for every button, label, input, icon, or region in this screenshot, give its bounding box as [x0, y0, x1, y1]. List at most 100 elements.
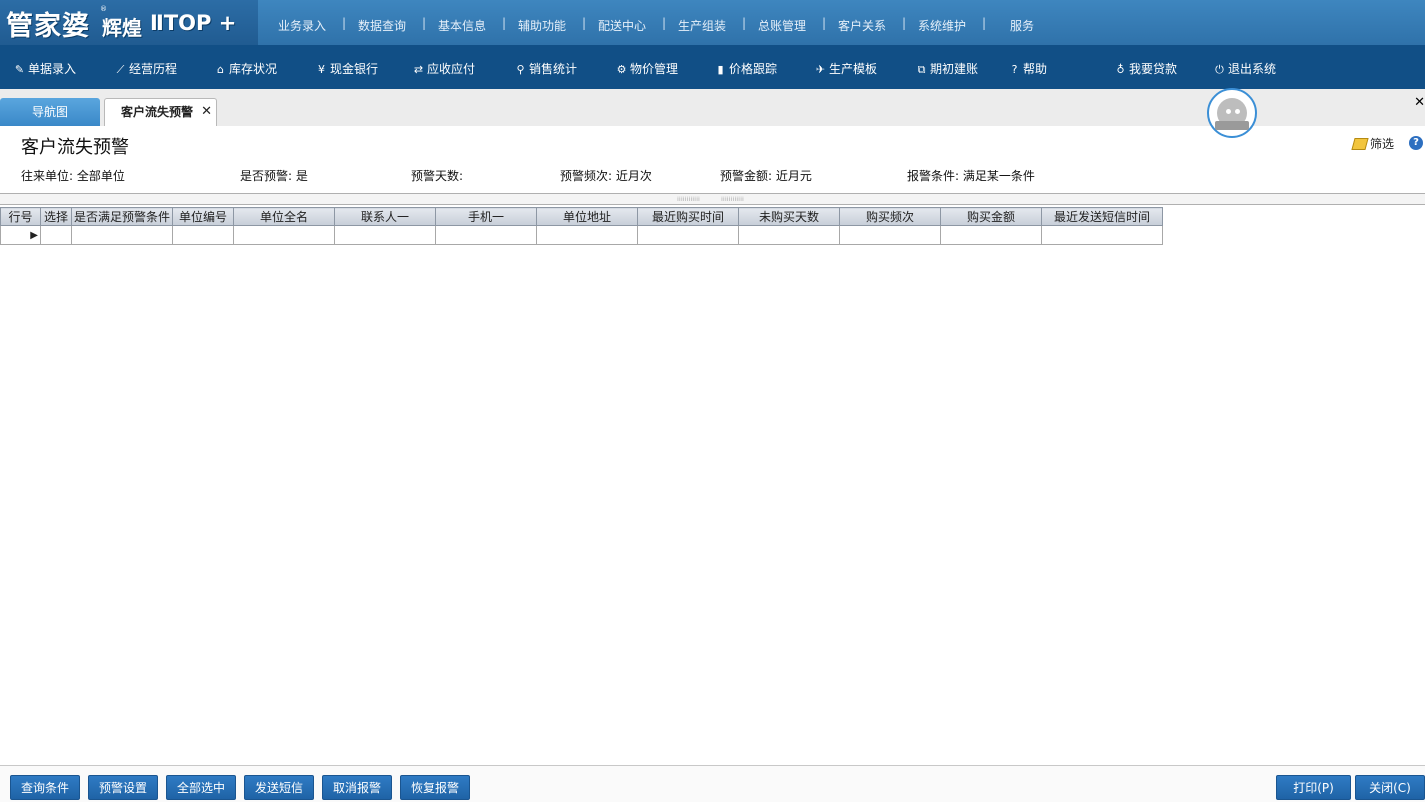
avatar-eye — [1235, 109, 1240, 114]
column-header-select[interactable]: 选择 — [40, 207, 72, 226]
table-cell[interactable] — [435, 225, 537, 245]
menu-separator: | — [662, 16, 667, 30]
toolbar-label: 价格跟踪 — [729, 62, 778, 76]
select-all-button[interactable]: 全部选中 — [166, 775, 236, 800]
table-cell[interactable] — [172, 225, 234, 245]
toolbar-label: 生产模板 — [829, 62, 878, 76]
tab-navigation-map[interactable]: 导航图 — [0, 98, 100, 126]
table-row[interactable]: ▶ — [0, 225, 1163, 245]
column-header-meets-condition[interactable]: 是否满足预警条件 — [71, 207, 173, 226]
condition-partner: 往来单位: 全部单位 — [21, 167, 125, 184]
close-button[interactable]: 关闭(C) — [1355, 775, 1425, 800]
toolbar-price-management[interactable]: ⚙ 物价管理 — [615, 60, 678, 77]
condition-warn-days: 预警天数: — [411, 167, 463, 184]
condition-warn-amount: 预警金额: 近月元 — [720, 167, 812, 184]
logo-version: ⅡTOP + — [150, 11, 237, 35]
menu-separator: | — [742, 16, 747, 30]
table-cell[interactable] — [1041, 225, 1163, 245]
toolbar-cash-bank[interactable]: ¥ 现金银行 — [315, 60, 378, 77]
send-sms-button[interactable]: 发送短信 — [244, 775, 314, 800]
column-header-address[interactable]: 单位地址 — [536, 207, 638, 226]
wrench-icon: ✈ — [815, 63, 826, 76]
table-cell[interactable] — [71, 225, 173, 245]
table-cell[interactable] — [839, 225, 941, 245]
menu-system[interactable]: 系统维护 — [918, 17, 966, 34]
table-cell[interactable] — [40, 225, 72, 245]
close-icon[interactable]: ✕ — [201, 99, 212, 125]
document-icon: ✎ — [14, 63, 25, 76]
toolbar-document-entry[interactable]: ✎ 单据录入 — [13, 60, 76, 77]
table-cell[interactable] — [233, 225, 335, 245]
tab-label: 客户流失预警 — [121, 105, 194, 119]
toolbar-production-template[interactable]: ✈ 生产模板 — [814, 60, 877, 77]
menu-auxiliary[interactable]: 辅助功能 — [518, 17, 566, 34]
home-icon: ⌂ — [217, 63, 224, 76]
exchange-icon: ⇄ — [413, 63, 424, 76]
condition-warn-enabled: 是否预警: 是 — [240, 167, 308, 184]
top-menu-bar: 管家婆 ® 辉煌 ⅡTOP + 业务录入 | 数据查询 | 基本信息 | 辅助功… — [0, 0, 1425, 45]
assistant-avatar-icon[interactable] — [1207, 88, 1257, 138]
splitter-grip: ⁞⁞⁞⁞⁞⁞⁞⁞⁞⁞⁞⁞ — [677, 196, 700, 203]
close-all-tabs-icon[interactable]: ✕ — [1414, 95, 1425, 110]
tab-customer-churn-warning[interactable]: 客户流失预警 ✕ — [104, 98, 217, 126]
filter-button[interactable]: 筛选 — [1351, 135, 1394, 152]
menu-basic-info[interactable]: 基本信息 — [438, 17, 486, 34]
splitter-grip: ⁞⁞⁞⁞⁞⁞⁞⁞⁞⁞⁞⁞ — [721, 196, 744, 203]
condition-label: 是否预警: — [240, 169, 293, 183]
menu-ledger[interactable]: 总账管理 — [758, 17, 806, 34]
column-header-days-no-purchase[interactable]: 未购买天数 — [738, 207, 840, 226]
condition-label: 往来单位: — [21, 169, 74, 183]
help-icon[interactable]: ? — [1409, 136, 1423, 150]
chart-line-icon: ⟋ — [116, 63, 125, 76]
menu-separator: | — [822, 16, 827, 30]
column-header-contact[interactable]: 联系人一 — [334, 207, 436, 226]
menu-separator: | — [902, 16, 907, 30]
toolbar-label: 经营历程 — [129, 62, 178, 76]
gear-icon: ⚙ — [616, 63, 627, 76]
row-current-marker-icon: ▶ — [0, 225, 41, 245]
toolbar-loan[interactable]: ♁ 我要贷款 — [1114, 60, 1177, 77]
query-conditions-button[interactable]: 查询条件 — [10, 775, 80, 800]
column-header-last-purchase[interactable]: 最近购买时间 — [637, 207, 739, 226]
toolbar-price-tracking[interactable]: ▮ 价格跟踪 — [714, 60, 777, 77]
menu-business-entry[interactable]: 业务录入 — [278, 17, 326, 34]
toolbar-inventory[interactable]: ⌂ 库存状况 — [214, 60, 277, 77]
table-cell[interactable] — [536, 225, 638, 245]
toolbar-label: 现金银行 — [330, 62, 379, 76]
column-header-unit-name[interactable]: 单位全名 — [233, 207, 335, 226]
toolbar-help[interactable]: ? 帮助 — [1008, 60, 1047, 77]
table-cell[interactable] — [637, 225, 739, 245]
menu-production[interactable]: 生产组装 — [678, 17, 726, 34]
column-header-unit-code[interactable]: 单位编号 — [172, 207, 234, 226]
column-header-row-number[interactable]: 行号 — [0, 207, 41, 226]
toolbar-label: 库存状况 — [229, 62, 278, 76]
table-cell[interactable] — [334, 225, 436, 245]
menu-data-query[interactable]: 数据查询 — [358, 17, 406, 34]
toolbar-sales-stats[interactable]: ⚲ 销售统计 — [514, 60, 577, 77]
warning-settings-button[interactable]: 预警设置 — [88, 775, 158, 800]
toolbar-business-history[interactable]: ⟋ 经营历程 — [114, 60, 177, 77]
cancel-alarm-button[interactable]: 取消报警 — [322, 775, 392, 800]
table-cell[interactable] — [940, 225, 1042, 245]
toolbar-label: 销售统计 — [529, 62, 578, 76]
menu-separator: | — [582, 16, 587, 30]
restore-alarm-button[interactable]: 恢复报警 — [400, 775, 470, 800]
panel-splitter[interactable]: ⁞⁞⁞⁞⁞⁞⁞⁞⁞⁞⁞⁞ ⁞⁞⁞⁞⁞⁞⁞⁞⁞⁞⁞⁞ — [0, 193, 1425, 205]
menu-service[interactable]: 服务 — [1010, 17, 1034, 34]
toolbar-label: 我要贷款 — [1129, 62, 1178, 76]
logo-edition: 辉煌 — [102, 16, 142, 40]
print-button[interactable]: 打印(P) — [1276, 775, 1351, 800]
toolbar-receivable-payable[interactable]: ⇄ 应收应付 — [412, 60, 475, 77]
toolbar-opening-account[interactable]: ⧉ 期初建账 — [915, 60, 978, 77]
column-header-last-sms[interactable]: 最近发送短信时间 — [1041, 207, 1163, 226]
condition-value: 近月元 — [775, 169, 812, 183]
table-cell[interactable] — [738, 225, 840, 245]
condition-warn-frequency: 预警频次: 近月次 — [560, 167, 652, 184]
toolbar-exit[interactable]: ⏻ 退出系统 — [1213, 60, 1276, 77]
column-header-mobile[interactable]: 手机一 — [435, 207, 537, 226]
column-header-purchase-frequency[interactable]: 购买频次 — [839, 207, 941, 226]
column-header-purchase-amount[interactable]: 购买金额 — [940, 207, 1042, 226]
menu-distribution[interactable]: 配送中心 — [598, 17, 646, 34]
bar-chart-icon: ▮ — [717, 63, 724, 76]
menu-crm[interactable]: 客户关系 — [838, 17, 886, 34]
